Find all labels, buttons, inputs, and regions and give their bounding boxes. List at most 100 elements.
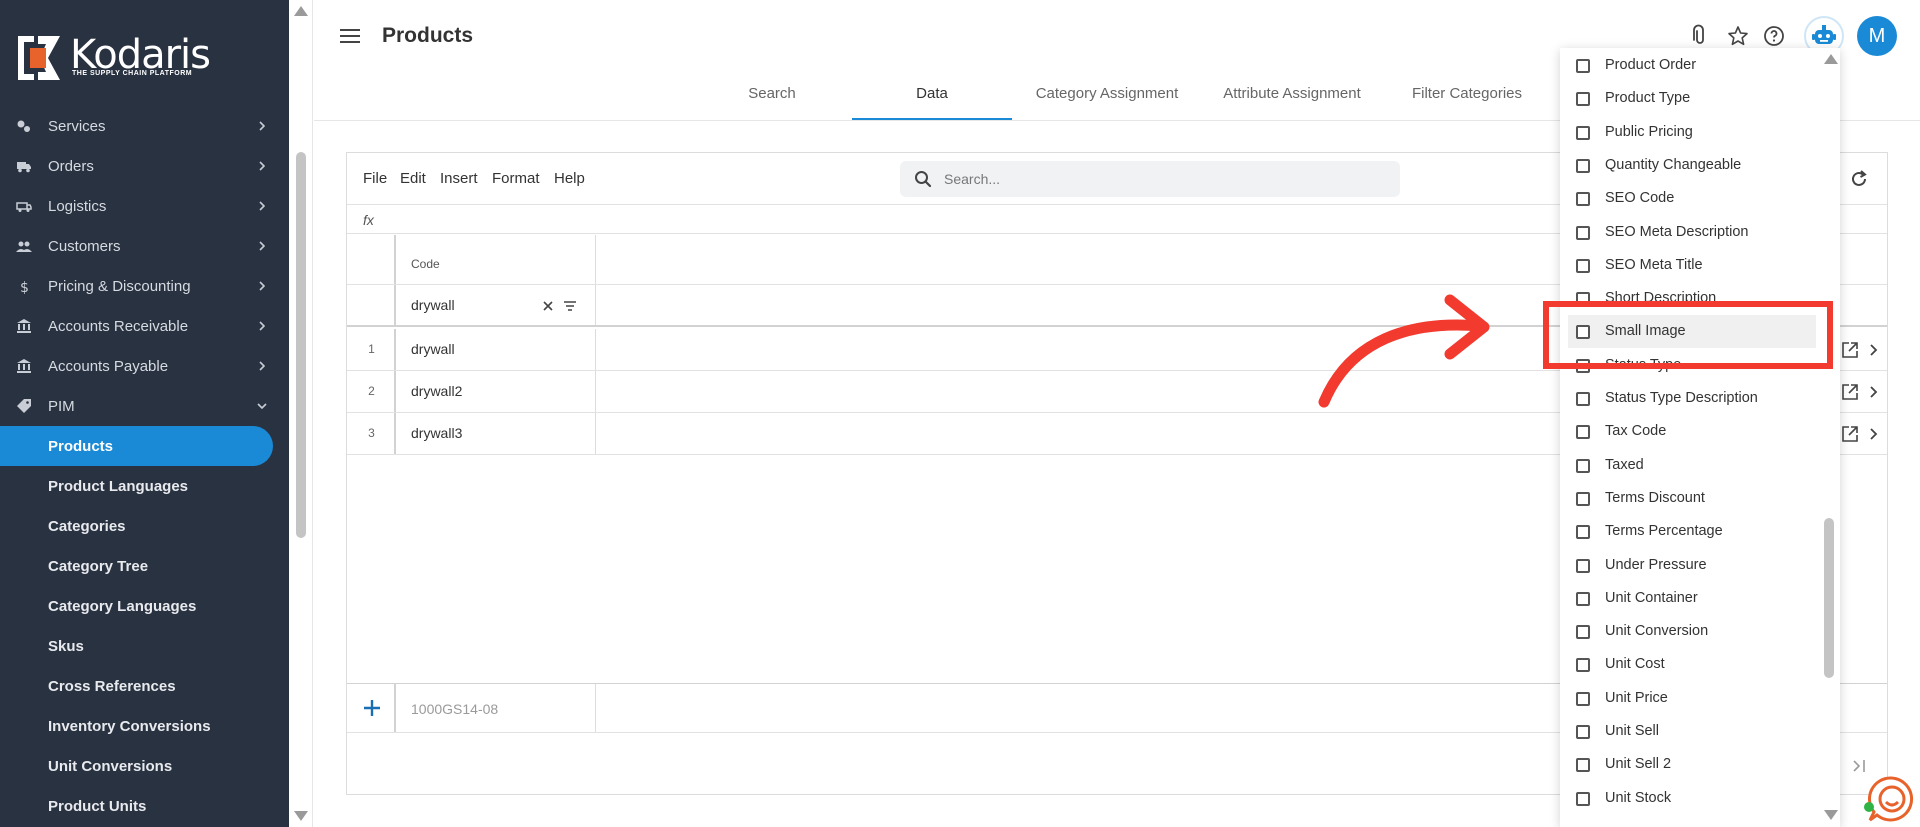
menu-format[interactable]: Format [492, 170, 540, 187]
sidebar-item-category-languages[interactable]: Category Languages [0, 586, 289, 626]
sidebar-item-customers[interactable]: Customers [0, 226, 289, 266]
sidebar-item-logistics[interactable]: Logistics [0, 186, 289, 226]
menu-insert[interactable]: Insert [440, 170, 478, 187]
chevron-right-icon[interactable] [1867, 342, 1881, 358]
chevron-right-icon [259, 161, 266, 171]
checkbox[interactable] [1576, 725, 1590, 739]
sidebar-item-pricing[interactable]: $ Pricing & Discounting [0, 266, 289, 306]
checkbox[interactable] [1576, 591, 1590, 606]
filter-icon[interactable] [563, 299, 577, 313]
scroll-down-arrow-icon[interactable] [294, 811, 308, 821]
sidebar-item-skus[interactable]: Skus [0, 626, 289, 666]
sidebar-item-services[interactable]: Services [0, 106, 289, 146]
sidebar-item-cross-references[interactable]: Cross References [0, 666, 289, 706]
checkbox[interactable] [1576, 691, 1590, 706]
column-option[interactable]: SEO Meta Description [1560, 216, 1820, 249]
column-option[interactable]: Taxed [1560, 449, 1820, 482]
clear-filter-icon[interactable] [541, 299, 555, 313]
help-icon[interactable] [1762, 24, 1786, 48]
add-row-icon[interactable] [361, 697, 383, 719]
checkbox[interactable] [1576, 225, 1590, 240]
checkbox[interactable] [1576, 791, 1590, 806]
column-option[interactable]: Under Pressure [1560, 549, 1820, 582]
checkbox[interactable] [1576, 92, 1590, 107]
chevron-right-icon[interactable] [1867, 426, 1881, 442]
search-input[interactable] [944, 169, 1364, 189]
chevron-right-icon [259, 321, 266, 331]
scroll-down-arrow-icon[interactable] [1824, 810, 1838, 820]
sidebar-item-pim[interactable]: PIM [0, 386, 289, 426]
menu-file[interactable]: File [363, 170, 387, 187]
tab-attribute-assignment[interactable]: Attribute Assignment [1202, 80, 1382, 120]
checkbox[interactable] [1576, 59, 1590, 73]
column-option[interactable]: Status Type Description [1560, 382, 1820, 415]
sidebar-item-unit-conversions[interactable]: Unit Conversions [0, 746, 289, 786]
checkbox[interactable] [1576, 192, 1590, 207]
star-icon[interactable] [1726, 24, 1750, 48]
column-option[interactable]: Unit Stock [1560, 782, 1820, 815]
sidebar-item-product-units[interactable]: Product Units [0, 786, 289, 826]
column-option[interactable]: SEO Code [1560, 182, 1820, 215]
column-option[interactable]: Public Pricing [1560, 116, 1820, 149]
open-external-icon[interactable] [1841, 341, 1859, 359]
scroll-up-arrow-icon[interactable] [294, 6, 308, 16]
grid-search [900, 161, 1400, 197]
column-option[interactable]: Unit Sell 2 [1560, 748, 1820, 781]
kodaris-logo[interactable]: Kodaris THE SUPPLY CHAIN PLATFORM [18, 32, 211, 80]
checkbox[interactable] [1576, 258, 1590, 273]
column-option[interactable]: Product Order [1560, 49, 1820, 82]
sidebar-item-label: Category Languages [48, 597, 197, 615]
column-option[interactable]: Unit Sell [1560, 715, 1820, 748]
checkbox[interactable] [1576, 758, 1590, 773]
code-filter-input[interactable]: drywall [411, 297, 455, 313]
tab-filter-categories[interactable]: Filter Categories [1382, 80, 1552, 120]
checkbox[interactable] [1576, 458, 1590, 473]
sidebar-item-orders[interactable]: Orders [0, 146, 289, 186]
column-option[interactable]: SEO Meta Title [1560, 249, 1820, 282]
sidebar-scroll-thumb[interactable] [296, 152, 306, 538]
sidebar-item-accounts-receivable[interactable]: Accounts Receivable [0, 306, 289, 346]
picker-scroll-thumb[interactable] [1824, 518, 1834, 678]
tab-data[interactable]: Data [852, 80, 1012, 120]
column-option[interactable]: Quantity Changeable [1560, 149, 1820, 182]
column-option[interactable]: Terms Discount [1560, 482, 1820, 515]
column-option[interactable]: Terms Percentage [1560, 515, 1820, 548]
checkbox[interactable] [1576, 491, 1590, 506]
column-option[interactable]: Unit Price [1560, 682, 1820, 715]
checkbox[interactable] [1576, 658, 1590, 673]
checkbox[interactable] [1576, 125, 1590, 140]
last-page-icon[interactable] [1851, 757, 1869, 775]
sidebar-item-accounts-payable[interactable]: Accounts Payable [0, 346, 289, 386]
checkbox[interactable] [1576, 158, 1590, 173]
checkbox[interactable] [1576, 425, 1590, 440]
column-option[interactable]: Unit Conversion [1560, 615, 1820, 648]
chevron-right-icon[interactable] [1867, 384, 1881, 400]
menu-edit[interactable]: Edit [400, 170, 426, 187]
hamburger-menu-icon[interactable] [340, 28, 360, 44]
open-external-icon[interactable] [1841, 425, 1859, 443]
sidebar-item-category-tree[interactable]: Category Tree [0, 546, 289, 586]
column-option[interactable]: Unit Cost [1560, 648, 1820, 681]
tab-category-assignment[interactable]: Category Assignment [1012, 80, 1202, 120]
picker-scrollbar[interactable] [1819, 48, 1840, 827]
tab-search[interactable]: Search [692, 80, 852, 120]
checkbox[interactable] [1576, 525, 1590, 540]
column-option[interactable]: Unit Container [1560, 582, 1820, 615]
refresh-icon[interactable] [1849, 169, 1869, 189]
checkbox[interactable] [1576, 392, 1590, 406]
checkbox[interactable] [1576, 558, 1590, 573]
open-external-icon[interactable] [1841, 383, 1859, 401]
sidebar-item-products[interactable]: Products [0, 426, 273, 466]
column-option[interactable]: Product Type [1560, 82, 1820, 115]
sidebar-item-label: Pricing & Discounting [48, 277, 191, 295]
paperclip-icon[interactable] [1688, 24, 1712, 48]
sidebar-item-inventory-conversions[interactable]: Inventory Conversions [0, 706, 289, 746]
checkbox[interactable] [1576, 625, 1590, 640]
column-option[interactable]: Tax Code [1560, 415, 1820, 448]
scroll-up-arrow-icon[interactable] [1824, 54, 1838, 64]
sidebar-item-product-languages[interactable]: Product Languages [0, 466, 289, 506]
chat-support-icon[interactable] [1866, 774, 1916, 824]
sidebar-item-categories[interactable]: Categories [0, 506, 289, 546]
menu-help[interactable]: Help [554, 170, 585, 187]
user-avatar[interactable]: M [1857, 16, 1897, 56]
